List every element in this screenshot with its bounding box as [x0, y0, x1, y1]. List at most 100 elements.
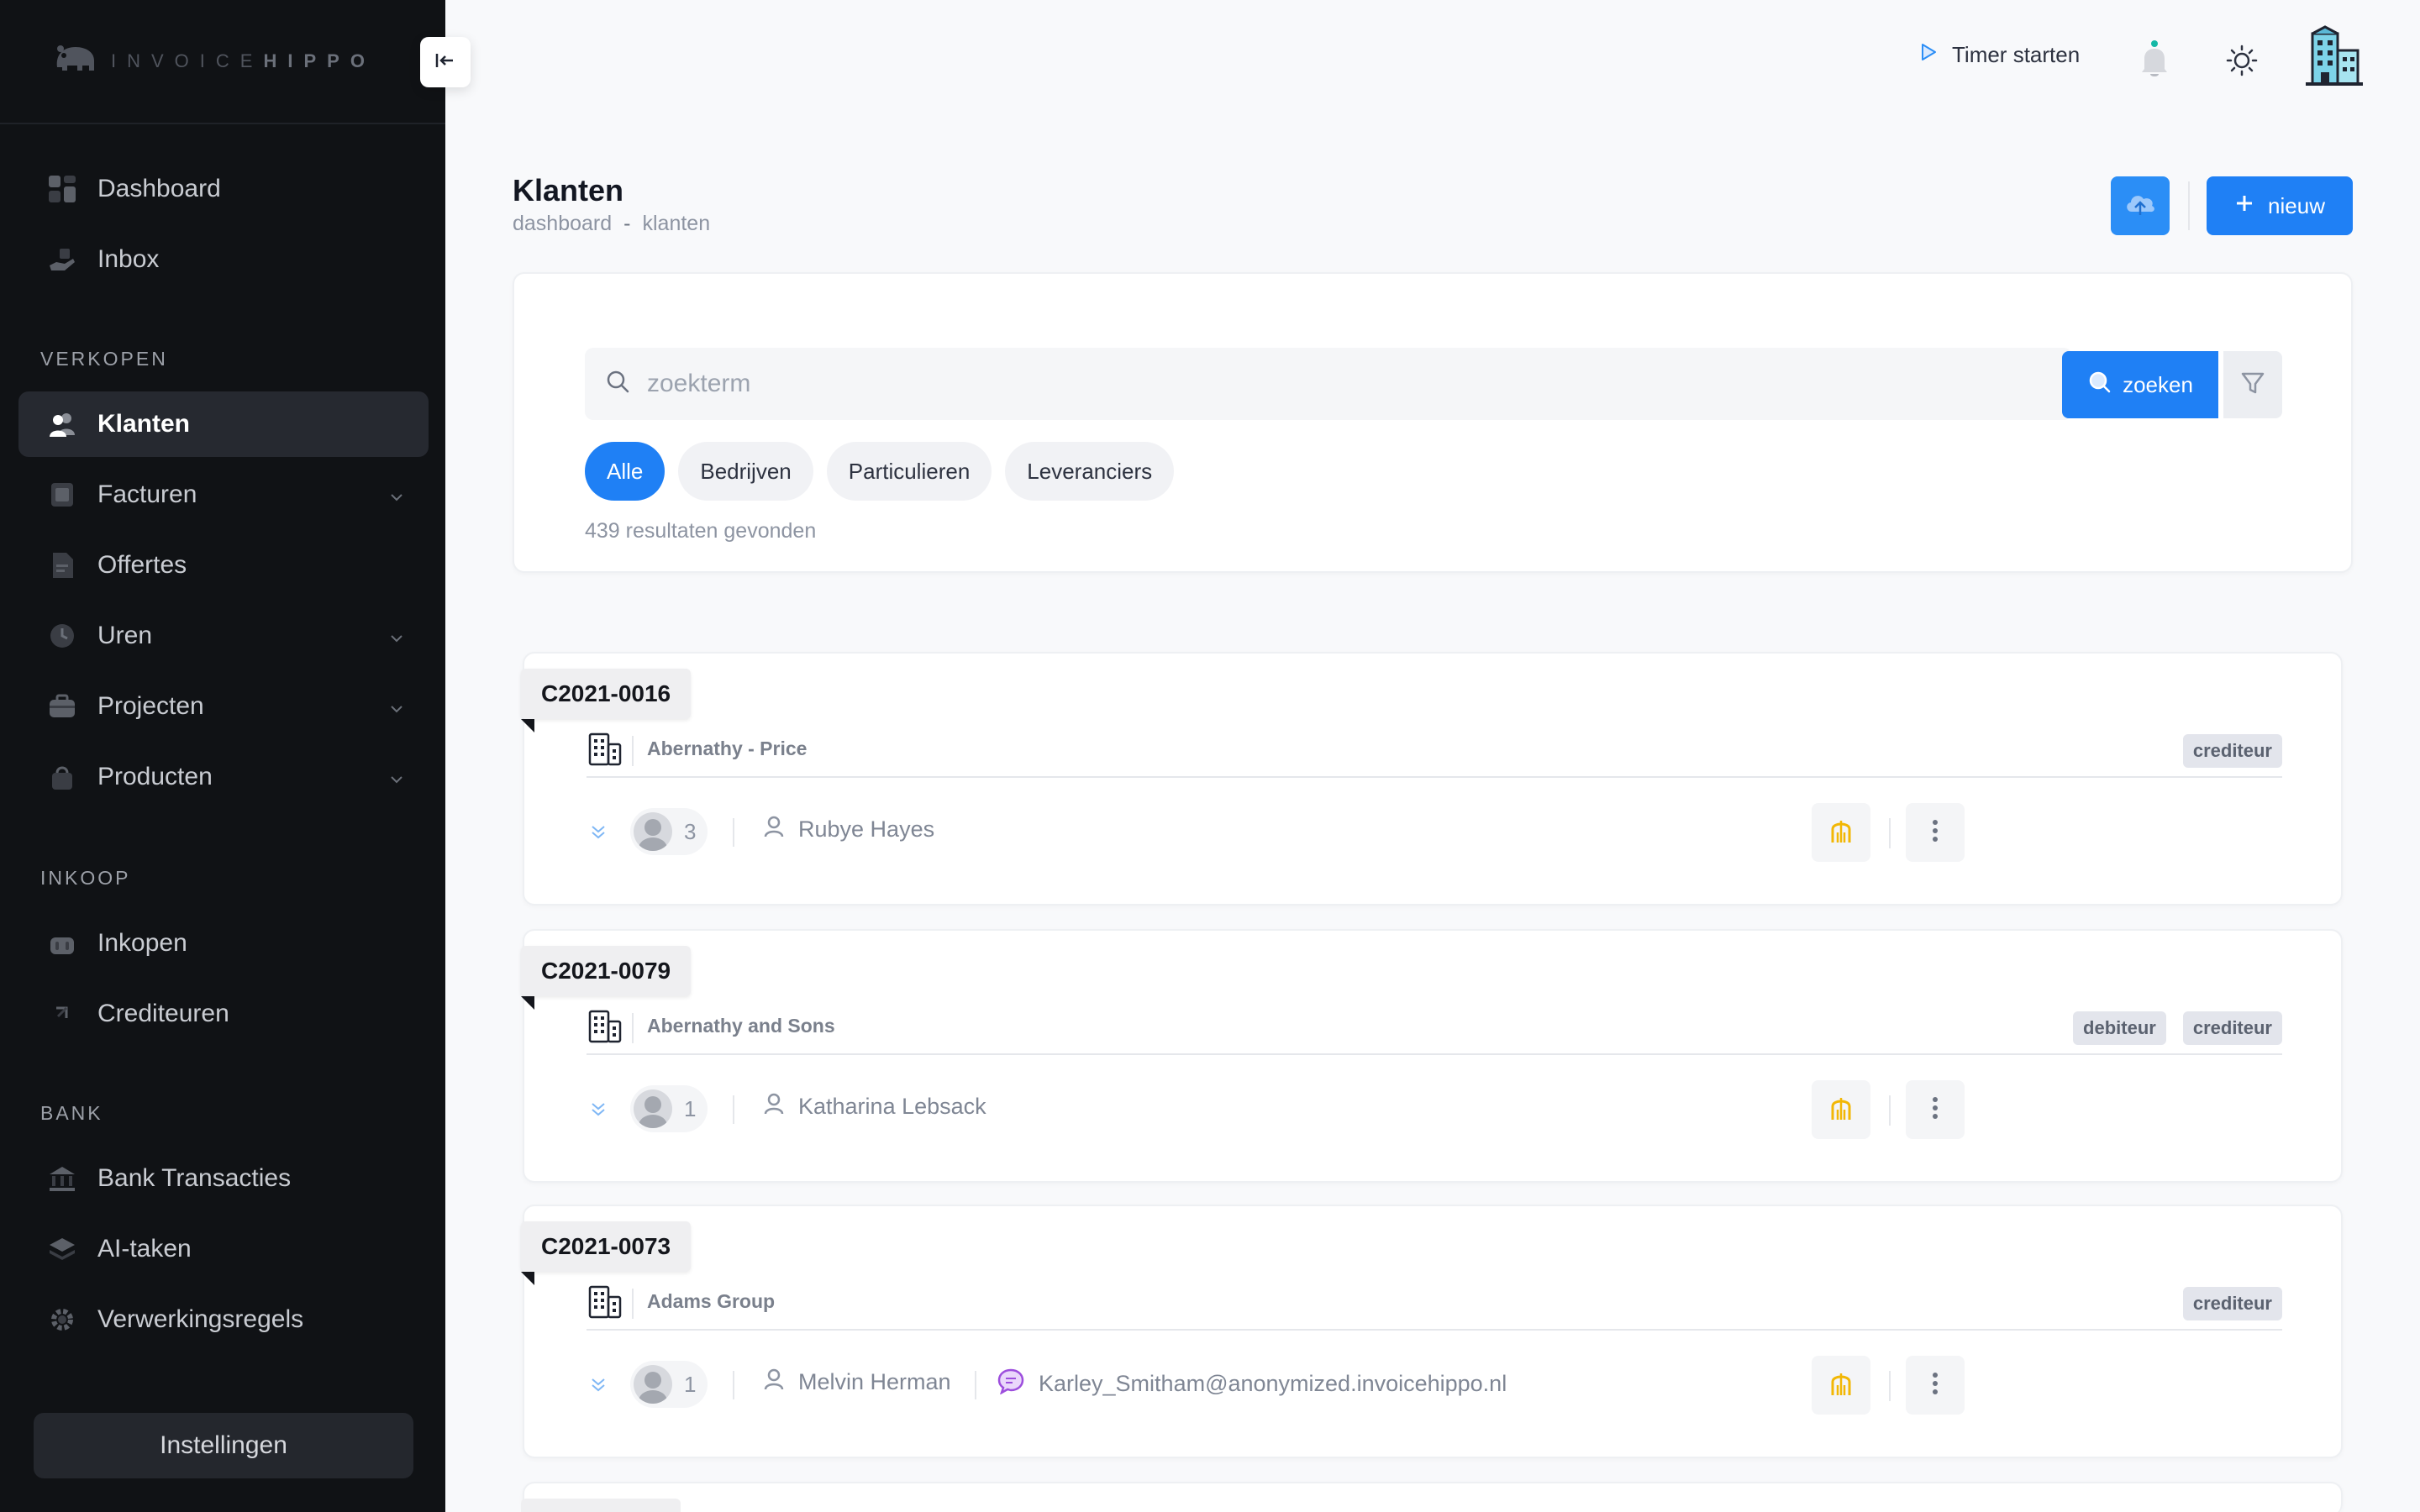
customer-header-row: Adams Group crediteur — [587, 1282, 2282, 1331]
breadcrumb-klanten: klanten — [642, 212, 711, 235]
chevron-down-icon[interactable] — [388, 625, 405, 654]
contacts-count[interactable]: 3 — [630, 808, 708, 855]
customer-name[interactable]: Adams Group — [647, 1290, 775, 1313]
topbar: Timer starten — [445, 0, 2420, 118]
filter-chip-bedrijven[interactable]: Bedrijven — [678, 442, 813, 501]
customer-card-partial[interactable] — [521, 1482, 2343, 1512]
divider — [1889, 818, 1891, 848]
more-options-button[interactable] — [1906, 803, 1965, 862]
divider — [1889, 1095, 1891, 1126]
contacts-count-value: 1 — [684, 1371, 697, 1397]
sidebar-item-klanten[interactable]: Klanten — [18, 391, 429, 457]
more-options-button[interactable] — [1906, 1356, 1965, 1415]
sidebar-item-dashboard[interactable]: Dashboard — [18, 156, 429, 222]
sidebar-item-verwerkingsregels[interactable]: Verwerkingsregels — [18, 1287, 429, 1352]
contact-person[interactable]: Katharina Lebsack — [763, 1092, 986, 1121]
action-button[interactable] — [1812, 1356, 1870, 1415]
settings-button[interactable]: Instellingen — [34, 1413, 413, 1478]
app-logo[interactable]: INVOICEHIPPO — [52, 42, 376, 80]
divider — [632, 736, 634, 766]
customer-badges: crediteur — [2182, 1287, 2282, 1320]
contact-person[interactable]: Rubye Hayes — [763, 815, 934, 844]
sidebar-item-projecten[interactable]: Projecten — [18, 674, 429, 739]
filter-chip-leveranciers[interactable]: Leveranciers — [1005, 442, 1175, 501]
more-options-button[interactable] — [1906, 1080, 1965, 1139]
bell-icon — [2138, 40, 2171, 82]
customer-name[interactable]: Abernathy and Sons — [647, 1015, 835, 1037]
contact-email[interactable]: Karley_Smitham@anonymized.invoicehippo.n… — [997, 1368, 1507, 1400]
import-button[interactable] — [2111, 176, 2170, 235]
expand-chevrons-icon[interactable] — [587, 1097, 610, 1125]
filter-chip-alle[interactable]: Alle — [585, 442, 666, 501]
new-customer-button[interactable]: nieuw — [2207, 176, 2353, 235]
logo-text-right: HIPPO — [263, 50, 376, 71]
customer-card[interactable]: C2021-0073 Adams Group crediteur 1 Melvi… — [521, 1205, 2343, 1458]
sidebar-item-crediteuren[interactable]: Crediteuren — [18, 981, 429, 1047]
customer-card[interactable]: C2021-0016 Abernathy - Price crediteur 3… — [521, 652, 2343, 906]
action-button[interactable] — [1812, 1080, 1870, 1139]
sidebar-item-label: Verwerkingsregels — [97, 1305, 304, 1333]
search-field[interactable] — [585, 348, 2072, 420]
section-label-verkopen: VERKOPEN — [40, 348, 168, 370]
building-icon — [587, 1284, 623, 1325]
sidebar-item-label: AI-taken — [97, 1235, 192, 1263]
search-icon — [605, 369, 632, 400]
sidebar-item-inkopen[interactable]: Inkopen — [18, 911, 429, 976]
user-icon — [763, 1368, 785, 1397]
filter-button[interactable] — [2223, 351, 2282, 418]
customer-detail-row: 1 Katharina Lebsack — [587, 1080, 2282, 1139]
sidebar-item-ai-taken[interactable]: AI-taken — [18, 1216, 429, 1282]
theme-toggle-button[interactable] — [2225, 44, 2259, 81]
sidebar-item-uren[interactable]: Uren — [18, 603, 429, 669]
action-button[interactable] — [1812, 803, 1870, 862]
chevron-down-icon[interactable] — [388, 696, 405, 724]
chevron-down-icon[interactable] — [388, 484, 405, 512]
section-label-bank: BANK — [40, 1102, 103, 1124]
invoice-icon — [47, 480, 77, 510]
sidebar-item-facturen[interactable]: Facturen — [18, 462, 429, 528]
customer-card[interactable]: C2021-0079 Abernathy and Sons debiteur c… — [521, 929, 2343, 1183]
notifications-button[interactable] — [2138, 40, 2171, 83]
timer-start-button[interactable]: Timer starten — [1918, 42, 2080, 68]
sidebar-item-inbox[interactable]: Inbox — [18, 227, 429, 292]
inbox-icon — [47, 244, 77, 275]
sidebar-item-bank-transacties[interactable]: Bank Transacties — [18, 1146, 429, 1211]
user-icon — [763, 1092, 785, 1121]
briefcase-icon — [47, 691, 77, 722]
filter-chip-particulieren[interactable]: Particulieren — [826, 442, 992, 501]
inkoop-nav: Inkopen Crediteuren — [18, 911, 429, 1052]
dots-vertical-icon — [1932, 1096, 1939, 1124]
tag-fold — [521, 996, 534, 1010]
logo-text: INVOICEHIPPO — [111, 50, 376, 72]
divider — [733, 1095, 734, 1124]
user-icon — [763, 815, 785, 844]
collapse-sidebar-button[interactable] — [420, 37, 471, 87]
expand-chevrons-icon[interactable] — [587, 1373, 610, 1400]
chevron-down-icon[interactable] — [388, 766, 405, 795]
search-button[interactable]: zoeken — [2062, 351, 2218, 418]
new-button-label: nieuw — [2268, 192, 2325, 218]
sidebar-item-offertes[interactable]: Offertes — [18, 533, 429, 598]
contacts-count[interactable]: 1 — [630, 1085, 708, 1132]
contact-person[interactable]: Melvin Herman — [763, 1368, 951, 1397]
contact-person-name: Rubye Hayes — [798, 816, 935, 842]
sun-icon — [2225, 45, 2259, 81]
filter-icon — [2239, 370, 2266, 401]
search-input[interactable] — [647, 370, 1991, 398]
sidebar-item-producten[interactable]: Producten — [18, 744, 429, 810]
bank-icon — [47, 1163, 77, 1194]
breadcrumb-separator: - — [623, 212, 631, 235]
expand-chevrons-icon[interactable] — [587, 820, 610, 848]
contacts-count[interactable]: 1 — [630, 1361, 708, 1408]
collapse-arrow-icon — [434, 51, 456, 74]
result-count: 439 resultaten gevonden — [585, 519, 817, 543]
breadcrumb-dashboard[interactable]: dashboard — [513, 212, 612, 236]
customer-header-row: Abernathy and Sons debiteur crediteur — [587, 1006, 2282, 1055]
customer-badges: crediteur — [2182, 734, 2282, 768]
sidebar-header: INVOICEHIPPO — [0, 0, 445, 124]
company-avatar[interactable] — [2302, 25, 2366, 93]
building-avatar-icon — [2302, 25, 2366, 92]
sidebar-item-label: Dashboard — [97, 175, 221, 202]
customer-name[interactable]: Abernathy - Price — [647, 738, 807, 760]
avatar — [634, 1365, 672, 1404]
